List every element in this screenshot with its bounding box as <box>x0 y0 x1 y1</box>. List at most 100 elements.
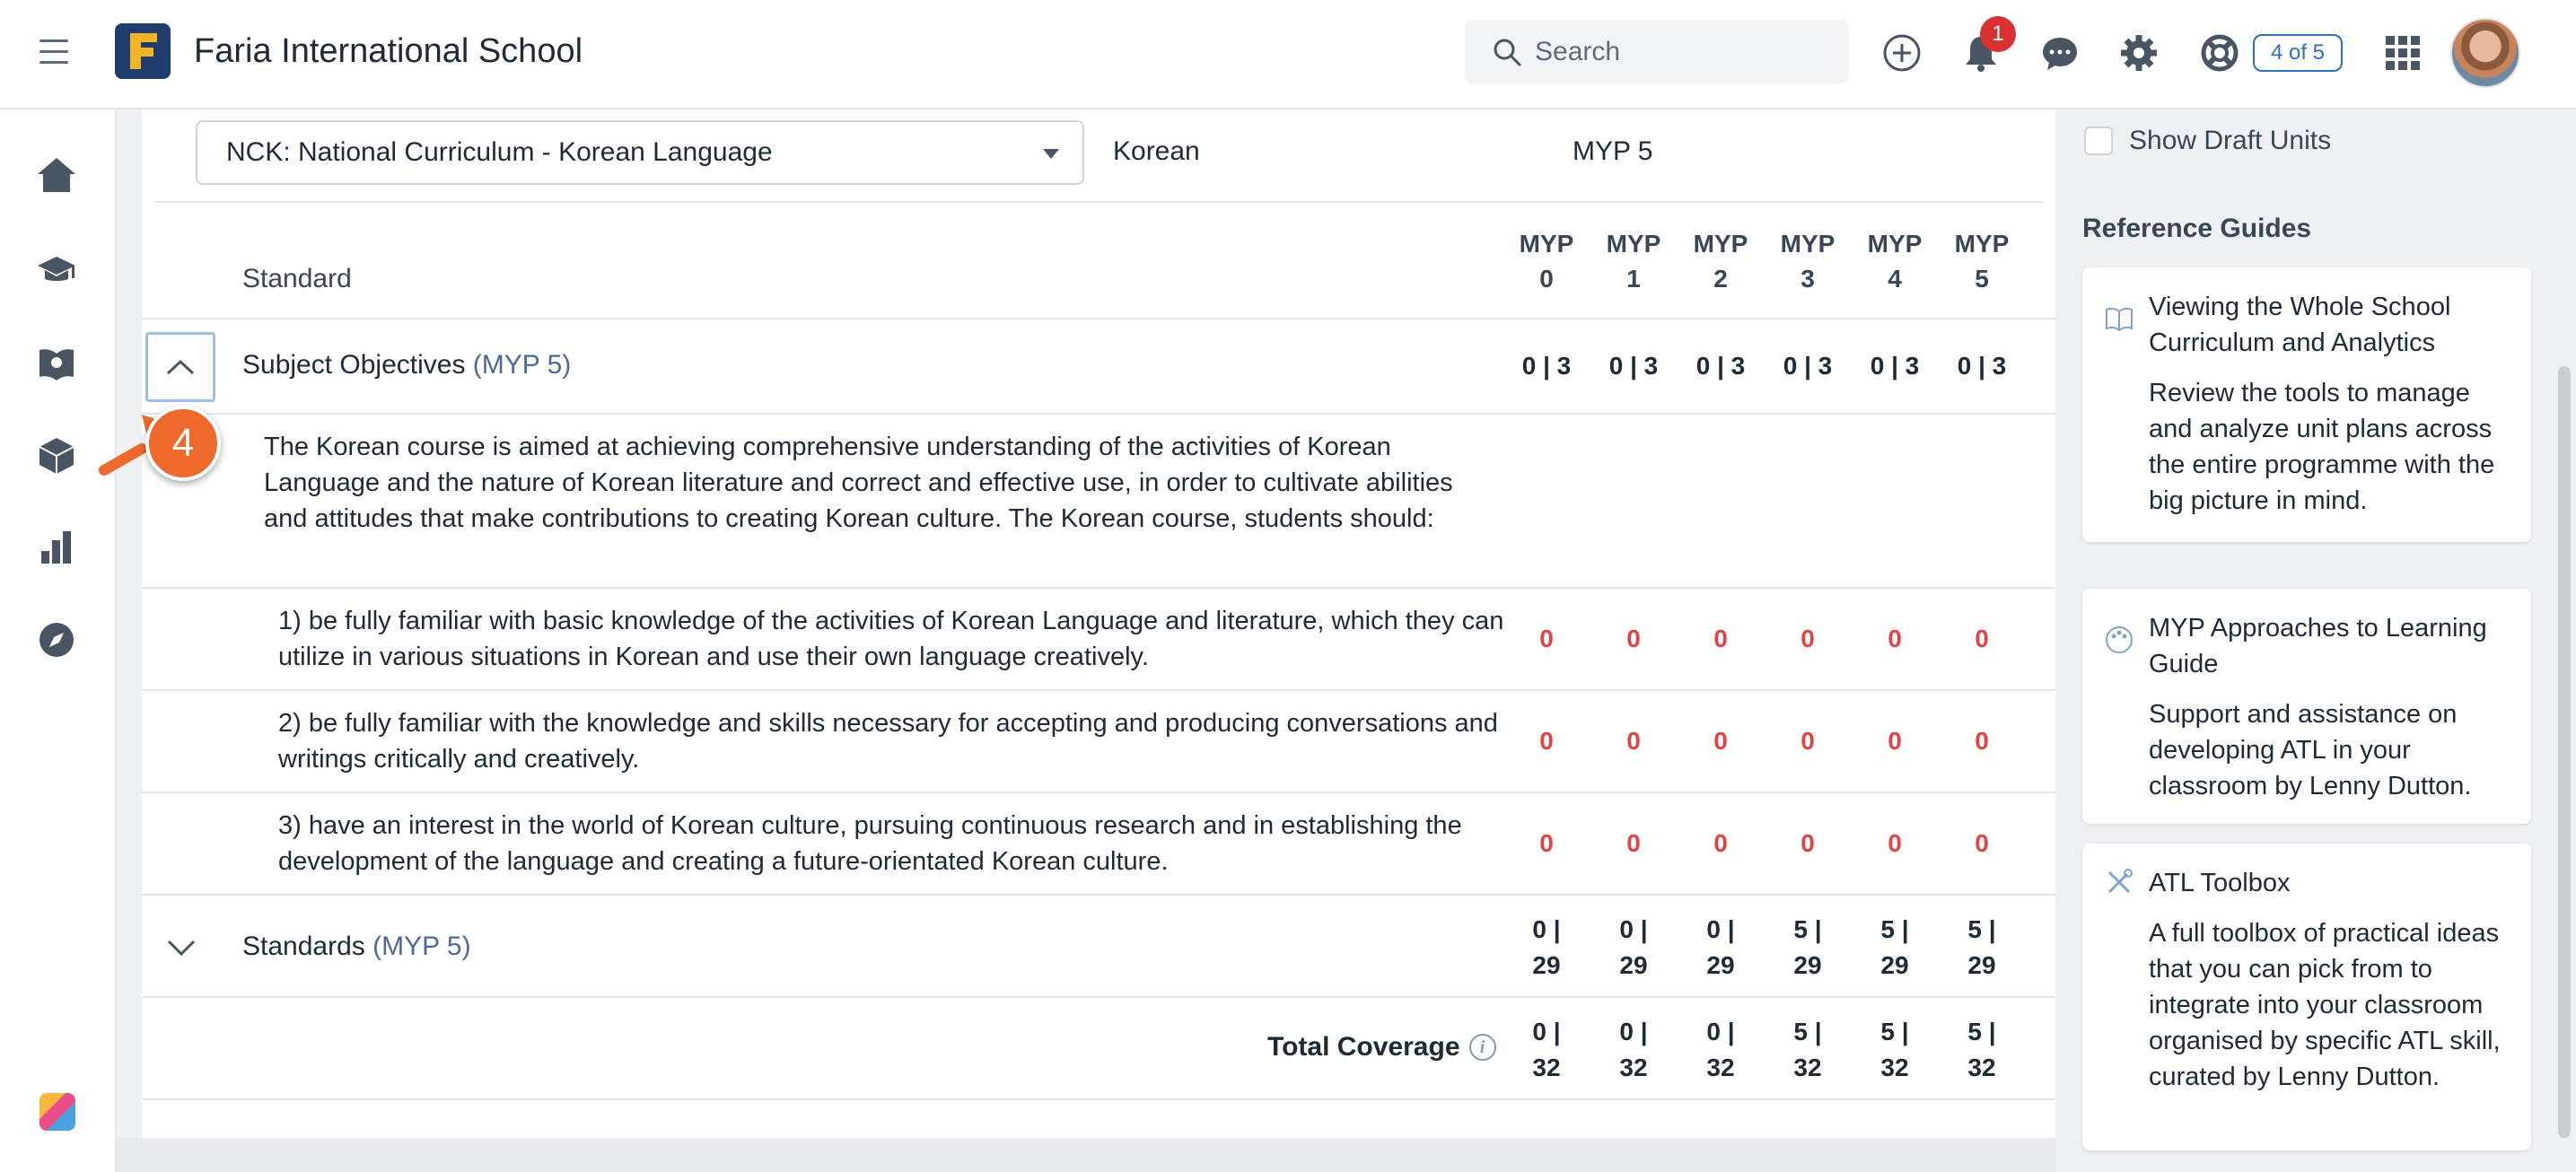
graduation-cap-icon[interactable] <box>36 249 77 291</box>
standards-cell: 5 | 29 <box>1793 915 1822 979</box>
coverage-cell: 0 | 3 <box>1783 352 1833 380</box>
search-icon <box>1494 39 1521 66</box>
reference-guides-title: Reference Guides <box>2082 214 2312 243</box>
left-navigation <box>0 109 117 1172</box>
objective-text: 1) be fully familiar with basic knowledg… <box>278 607 1504 671</box>
messages-icon[interactable] <box>2039 32 2081 74</box>
subject-objectives-title: Subject Objectives (MYP 5) <box>242 350 572 380</box>
objective-cell: 0 <box>1539 727 1554 755</box>
standard-column-header: Standard <box>242 264 352 293</box>
column-header-myp2: MYP 2 <box>1693 230 1748 293</box>
curriculum-book-icon[interactable] <box>36 343 77 384</box>
objective-cell: 0 <box>1888 829 1902 857</box>
page-indicator[interactable]: 4 of 5 <box>2253 34 2343 72</box>
step-number-marker: 4 <box>145 406 221 481</box>
guide-card-whole-school[interactable]: Viewing the Whole School Curriculum and … <box>2082 267 2531 542</box>
coverage-cell: 0 | 3 <box>1870 352 1920 380</box>
objective-cell: 0 <box>1713 727 1728 755</box>
column-header-myp5: MYP 5 <box>1954 230 2010 293</box>
coverage-cell: 0 | 3 <box>1957 352 2007 380</box>
objective-cell: 0 <box>1713 829 1728 857</box>
objective-cell: 0 <box>1801 727 1815 755</box>
divider <box>142 894 2055 896</box>
objective-cell: 0 <box>1801 829 1815 857</box>
show-draft-label: Show Draft Units <box>2129 126 2332 155</box>
curriculum-dropdown-value: NCK: National Curriculum - Korean Langua… <box>226 137 773 167</box>
guide-card-atl-guide[interactable]: MYP Approaches to Learning Guide Support… <box>2082 589 2531 824</box>
apps-grid-icon[interactable] <box>2382 32 2423 74</box>
guide-card-atl-toolbox[interactable]: ATL Toolbox A full toolbox of practical … <box>2082 844 2531 1150</box>
top-bar: Faria International School 1 4 of 5 <box>0 0 2576 109</box>
school-name[interactable]: Faria International School <box>194 32 583 71</box>
search-box[interactable] <box>1465 20 1849 84</box>
add-icon[interactable] <box>1881 32 1923 74</box>
analytics-bar-chart-icon[interactable] <box>36 526 77 567</box>
chevron-down-icon <box>167 940 196 957</box>
guide-title: MYP Approaches to Learning Guide <box>2149 614 2487 678</box>
standards-cell: 0 | 29 <box>1619 915 1648 979</box>
show-draft-checkbox[interactable] <box>2084 127 2113 155</box>
curriculum-dropdown[interactable]: NCK: National Curriculum - Korean Langua… <box>196 120 1084 185</box>
compass-icon[interactable] <box>36 619 77 660</box>
column-header-myp1: MYP 1 <box>1606 230 1661 293</box>
objective-cell: 0 <box>1713 625 1728 652</box>
subject-label: Korean <box>1113 136 1200 166</box>
palette-icon <box>2106 626 2133 653</box>
guide-title: Viewing the Whole School Curriculum and … <box>2149 293 2451 357</box>
guide-title: ATL Toolbox <box>2149 869 2291 897</box>
divider <box>142 413 2055 415</box>
objective-cell: 0 <box>1626 829 1641 857</box>
divider <box>142 318 2055 319</box>
objective-cell: 0 <box>1626 727 1641 755</box>
grade-label: MYP 5 <box>1573 136 1653 166</box>
total-coverage-cell: 5 | 32 <box>1967 1018 1996 1081</box>
objective-cell: 0 <box>1801 625 1815 652</box>
coverage-cell: 0 | 3 <box>1695 352 1746 380</box>
show-draft-units-toggle[interactable]: Show Draft Units <box>2084 126 2331 156</box>
total-coverage-label: Total Coverage i <box>1267 1032 1496 1063</box>
divider <box>142 1098 2055 1100</box>
collapse-subject-objectives-button[interactable] <box>145 332 215 402</box>
expand-standards-button[interactable] <box>158 930 205 966</box>
column-header-myp4: MYP 4 <box>1867 230 1923 293</box>
objective-cell: 0 <box>1626 625 1641 652</box>
units-box-icon[interactable] <box>36 434 77 476</box>
objective-cell: 0 <box>1975 727 1989 755</box>
objective-cell: 0 <box>1888 727 1902 755</box>
chevron-down-icon <box>1043 149 1059 159</box>
total-coverage-cell: 0 | 32 <box>1619 1018 1648 1081</box>
total-coverage-cell: 0 | 32 <box>1706 1018 1735 1081</box>
info-icon[interactable]: i <box>1468 1034 1496 1061</box>
objective-cell: 0 <box>1539 625 1554 652</box>
divider <box>154 201 2043 203</box>
divider <box>142 996 2055 998</box>
total-coverage-cell: 0 | 32 <box>1532 1018 1561 1081</box>
guide-description: Review the tools to manage and analyze u… <box>2149 379 2495 515</box>
tools-icon <box>2107 869 2133 894</box>
standards-cell: 0 | 29 <box>1532 915 1561 979</box>
divider <box>142 587 2055 589</box>
user-avatar[interactable] <box>2450 18 2520 88</box>
divider <box>142 689 2055 691</box>
search-input[interactable] <box>1535 37 1840 67</box>
settings-gear-icon[interactable] <box>2118 32 2160 74</box>
objective-text: 2) be fully familiar with the knowledge … <box>278 709 1498 774</box>
standards-cell: 5 | 29 <box>1880 915 1909 979</box>
home-icon[interactable] <box>36 154 77 196</box>
guide-description: Support and assistance on developing ATL… <box>2149 700 2472 800</box>
book-icon <box>2106 307 2133 332</box>
page-scrollbar[interactable] <box>2558 366 2571 1138</box>
chevron-up-icon <box>166 359 195 375</box>
notification-badge: 1 <box>1980 16 2016 52</box>
help-lifebuoy-icon[interactable] <box>2199 32 2240 74</box>
menu-icon[interactable] <box>39 39 68 65</box>
faria-logo-icon[interactable] <box>39 1093 75 1131</box>
objective-text: 3) have an interest in the world of Kore… <box>278 811 1462 876</box>
subject-objectives-description: The Korean course is aimed at achieving … <box>264 433 1453 533</box>
school-logo-icon[interactable] <box>115 23 171 79</box>
standards-cell: 5 | 29 <box>1967 915 1996 979</box>
objective-cell: 0 <box>1975 625 1989 652</box>
column-header-myp0: MYP 0 <box>1519 230 1574 293</box>
guide-description: A full toolbox of practical ideas that y… <box>2149 919 2501 1091</box>
objective-cell: 0 <box>1539 829 1554 857</box>
